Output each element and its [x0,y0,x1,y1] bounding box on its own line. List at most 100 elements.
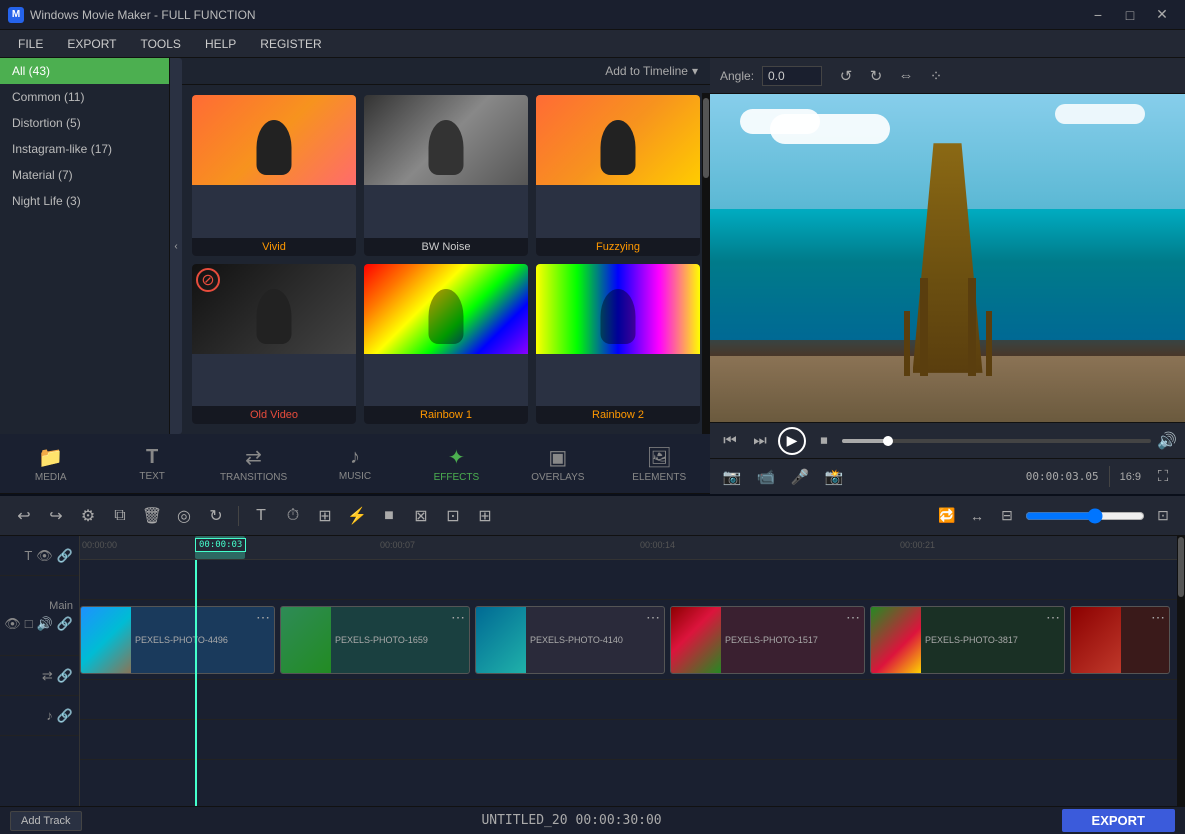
add-track-button[interactable]: Add Track [10,811,82,831]
undo-button[interactable]: ↩ [10,502,38,530]
prev-frame-button[interactable]: ⏭ [748,429,772,453]
motion-button[interactable]: ⚡ [343,502,371,530]
export-button[interactable]: EXPORT [1062,809,1175,832]
box-icon-main[interactable]: □ [25,616,33,632]
progress-handle[interactable] [883,436,893,446]
stop-button[interactable]: ⏹ [812,429,836,453]
effect-old-video[interactable]: ⊘ Old Video [192,264,356,425]
mic-button[interactable]: 🎤 [788,465,812,489]
effect-fuzzying[interactable]: Fuzzying [536,95,700,256]
snapshot-button[interactable]: 📷 [720,465,744,489]
link-icon-text[interactable]: 🔗 [57,548,73,564]
tab-media[interactable]: 📁 MEDIA [0,439,101,489]
play-button[interactable]: ▶ [778,427,806,455]
menu-bar: FILE EXPORT TOOLS HELP REGISTER [0,30,1185,58]
timer-button[interactable]: ⏱ [279,502,307,530]
add-to-timeline-button[interactable]: Add to Timeline ▾ [605,64,698,78]
tab-elements[interactable]: 🖼 ELEMENTS [609,439,710,489]
text-track-icon[interactable]: T [24,548,32,563]
eye-icon-main[interactable]: 👁 [4,616,21,632]
clip-2-menu[interactable]: ⋯ [451,609,465,626]
tab-effects[interactable]: ✦ EFFECTS [406,439,507,489]
fullscreen-button[interactable]: ⛶ [1151,465,1175,489]
link-icon-music[interactable]: 🔗 [57,708,73,724]
tab-music[interactable]: ♪ MUSIC [304,440,405,488]
tab-transitions[interactable]: ⇄ TRANSITIONS [203,439,304,489]
effect-thumb-vivid [192,95,356,185]
loop-segment-button[interactable]: ↻ [202,502,230,530]
eye-icon-text[interactable]: 👁 [36,548,53,564]
tab-overlays[interactable]: ▣ OVERLAYS [507,439,608,489]
screenshot-button[interactable]: 📸 [822,465,846,489]
menu-file[interactable]: FILE [8,33,53,55]
webcam-button[interactable]: 📹 [754,465,778,489]
angle-input[interactable] [762,66,822,86]
app-title: Windows Movie Maker - FULL FUNCTION [30,8,256,22]
filter-nightlife[interactable]: Night Life (3) [0,188,169,214]
split-view-button[interactable]: ⊟ [995,504,1019,528]
link-icon-trans[interactable]: 🔗 [57,668,73,684]
copy-button[interactable]: ⧉ [106,502,134,530]
clip-6[interactable]: ⋯ [1070,606,1170,674]
clip-4[interactable]: PEXELS-PHOTO-1517 ⋯ [670,606,865,674]
effect-rainbow2[interactable]: Rainbow 2 [536,264,700,425]
effect-bw-noise[interactable]: BW Noise [364,95,528,256]
clip-3[interactable]: PEXELS-PHOTO-4140 ⋯ [475,606,665,674]
volume-button[interactable]: 🔊 [1157,431,1177,451]
clip-5[interactable]: PEXELS-PHOTO-3817 ⋯ [870,606,1065,674]
close-button[interactable]: ✕ [1147,5,1177,25]
filter-common[interactable]: Common (11) [0,84,169,110]
zoom-slider[interactable] [1025,508,1145,524]
stretch-button[interactable]: ↔ [965,504,989,528]
music-track-icon[interactable]: ♪ [46,708,53,723]
rotate-left-button[interactable]: ↺ [834,64,858,88]
rotate-right-button[interactable]: ↻ [864,64,888,88]
flip-horizontal-button[interactable]: ⇔ [894,64,918,88]
clip-4-name: PEXELS-PHOTO-1517 [721,633,864,647]
menu-help[interactable]: HELP [195,33,246,55]
filter-material[interactable]: Material (7) [0,162,169,188]
loop-button[interactable]: 🔁 [935,504,959,528]
fit-button[interactable]: ⊡ [1151,504,1175,528]
filter-distortion[interactable]: Distortion (5) [0,110,169,136]
minimize-button[interactable]: − [1083,5,1113,25]
clip-5-menu[interactable]: ⋯ [1046,609,1060,626]
settings-button[interactable]: ⚙ [74,502,102,530]
skip-start-button[interactable]: ⏮ [718,429,742,453]
clip-3-menu[interactable]: ⋯ [646,609,660,626]
menu-tools[interactable]: TOOLS [130,33,190,55]
collapse-panel-tab[interactable]: ‹ [170,58,182,434]
clip-1-menu[interactable]: ⋯ [256,609,270,626]
menu-export[interactable]: EXPORT [57,33,126,55]
text-tool-button[interactable]: T [247,502,275,530]
grid-button[interactable]: ⊞ [471,502,499,530]
maximize-button[interactable]: □ [1115,5,1145,25]
clip-6-menu[interactable]: ⋯ [1151,609,1165,626]
timeline-scrollbar[interactable] [1177,536,1185,806]
volume-icon-main[interactable]: 🔊 [37,616,53,632]
playback-progress[interactable] [842,439,1151,443]
detach-button[interactable]: ◎ [170,502,198,530]
effect-rainbow1[interactable]: Rainbow 1 [364,264,528,425]
clip-2[interactable]: PEXELS-PHOTO-1659 ⋯ [280,606,470,674]
filter-instagram[interactable]: Instagram-like (17) [0,136,169,162]
split-button[interactable]: ⊞ [311,502,339,530]
shape-button[interactable]: ■ [375,502,403,530]
filter-all[interactable]: All (43) [0,58,169,84]
transition-icon[interactable]: ⇄ [42,668,53,684]
link-icon-main[interactable]: 🔗 [57,616,73,632]
marker-7: 00:00:07 [380,540,415,550]
effect-vivid[interactable]: Vivid [192,95,356,256]
effects-scrollbar[interactable] [702,93,710,434]
elements-icon: 🖼 [647,445,672,470]
tab-text[interactable]: T TEXT [101,440,202,488]
delete-button[interactable]: 🗑 [138,502,166,530]
stabilize-button[interactable]: ⊡ [439,502,467,530]
redo-button[interactable]: ↪ [42,502,70,530]
timeline-toolbar: ↩ ↪ ⚙ ⧉ 🗑 ◎ ↻ T ⏱ ⊞ ⚡ ■ ⊠ ⊡ ⊞ 🔁 ↔ ⊟ ⊡ [0,496,1185,536]
clip-4-menu[interactable]: ⋯ [846,609,860,626]
more-options-button[interactable]: ⁘ [924,64,948,88]
menu-register[interactable]: REGISTER [250,33,331,55]
crop-button[interactable]: ⊠ [407,502,435,530]
clip-1[interactable]: PEXELS-PHOTO-4496 ⋯ [80,606,275,674]
